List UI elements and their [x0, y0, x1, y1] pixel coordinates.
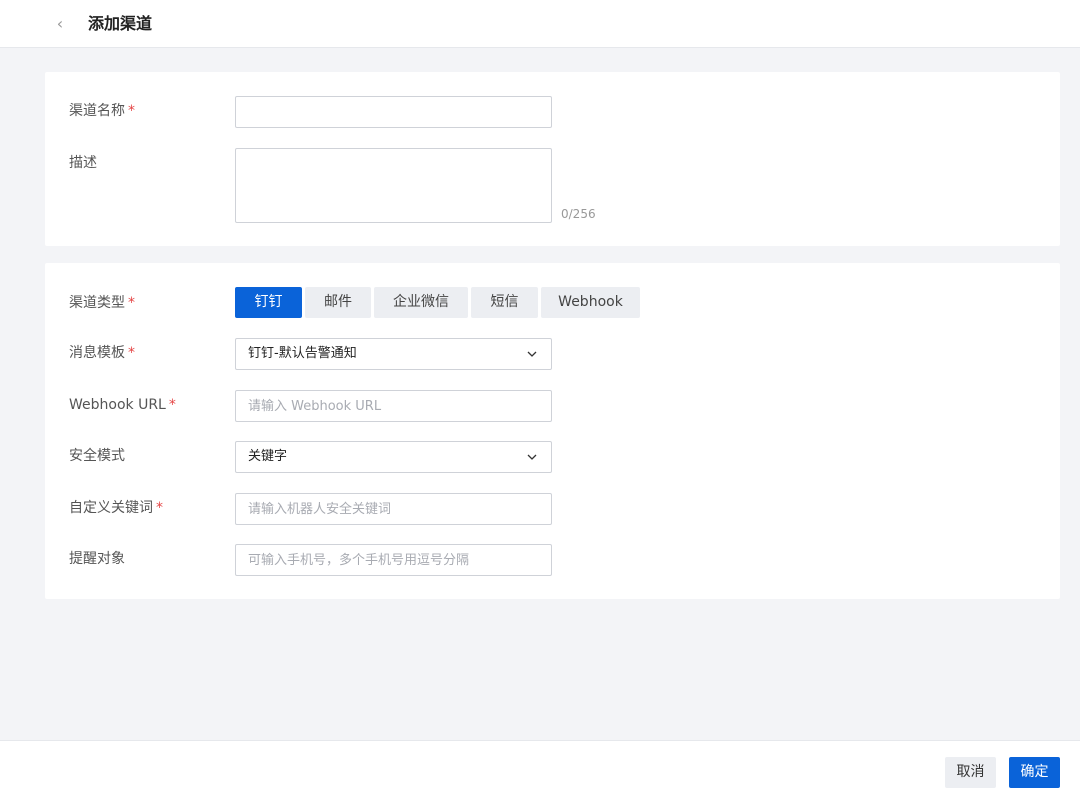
chevron-down-icon [527, 351, 537, 357]
type-tab-dingtalk[interactable]: 钉钉 [235, 287, 302, 318]
basic-info-card: 渠道名称 * 描述 0/256 [45, 72, 1060, 246]
message-template-value: 钉钉-默认告警通知 [248, 346, 357, 361]
type-tab-email[interactable]: 邮件 [305, 287, 371, 318]
security-mode-select[interactable]: 关键字 [235, 441, 552, 473]
description-char-counter: 0/256 [561, 207, 596, 221]
required-mark: * [128, 345, 135, 361]
chevron-down-icon [527, 454, 537, 460]
page-title: 添加渠道 [88, 14, 153, 33]
channel-name-input[interactable] [235, 96, 552, 128]
description-label: 描述 [69, 155, 97, 171]
channel-name-label: 渠道名称 * [69, 101, 135, 121]
message-template-select[interactable]: 钉钉-默认告警通知 [235, 338, 552, 370]
channel-type-label: 渠道类型 * [69, 293, 135, 313]
channel-type-label-text: 渠道类型 [69, 295, 125, 311]
security-mode-label: 安全模式 [69, 448, 125, 464]
required-mark: * [168, 397, 176, 413]
custom-keyword-label: 自定义关键词 * [69, 498, 163, 518]
confirm-button[interactable]: 确定 [1009, 757, 1060, 788]
required-mark: * [128, 103, 135, 119]
footer-bar: 取消 确定 [0, 740, 1080, 803]
channel-name-label-text: 渠道名称 [69, 103, 125, 119]
type-tab-webhook[interactable]: Webhook [541, 287, 640, 318]
message-template-label: 消息模板 * [69, 343, 135, 363]
channel-config-card: 渠道类型 * 钉钉 邮件 企业微信 短信 Webhook 消息模板 * 钉钉-默认告… [45, 263, 1060, 599]
required-mark: * [128, 295, 135, 311]
custom-keyword-input[interactable] [235, 493, 552, 525]
webhook-url-label: Webhook URL * [69, 395, 176, 415]
message-template-label-text: 消息模板 [69, 345, 125, 361]
cancel-button[interactable]: 取消 [945, 757, 996, 788]
security-mode-value: 关键字 [248, 449, 288, 464]
mention-target-input[interactable] [235, 544, 552, 576]
required-mark: * [156, 500, 163, 516]
back-chevron-icon[interactable]: ‹ [50, 14, 70, 34]
type-tab-wecom[interactable]: 企业微信 [374, 287, 468, 318]
custom-keyword-label-text: 自定义关键词 [69, 500, 153, 516]
type-tab-sms[interactable]: 短信 [471, 287, 538, 318]
description-textarea[interactable] [235, 148, 552, 223]
webhook-url-input[interactable] [235, 390, 552, 422]
page-header: ‹ 添加渠道 [0, 0, 1080, 48]
mention-target-label: 提醒对象 [69, 551, 125, 567]
webhook-url-label-text: Webhook URL [69, 397, 166, 413]
